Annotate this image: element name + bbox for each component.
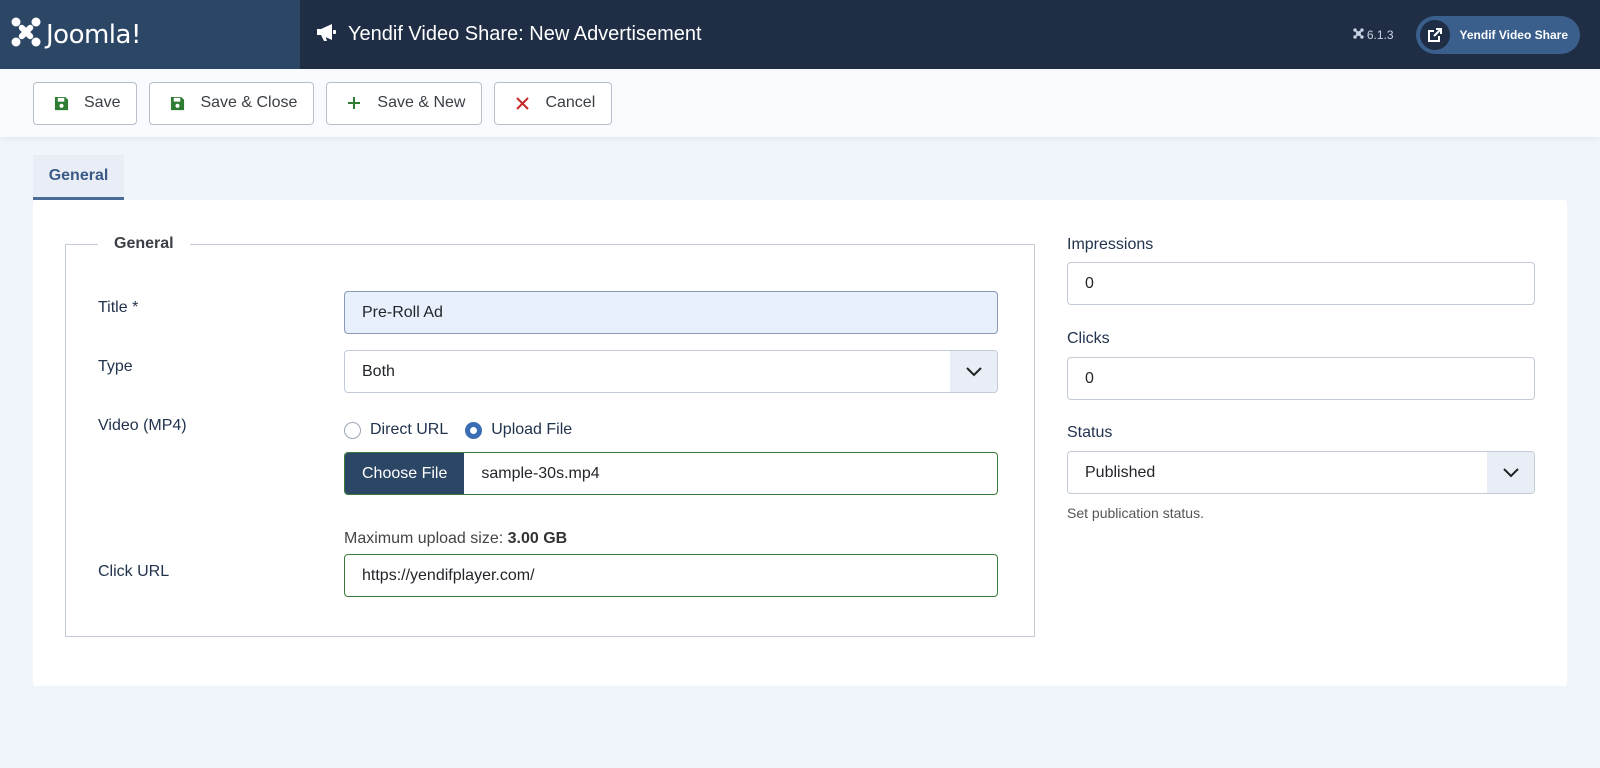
click-url-label: Click URL — [98, 563, 170, 580]
type-select[interactable]: Both — [344, 350, 998, 393]
save-label: Save — [84, 94, 121, 111]
radio-direct-url-label: Direct URL — [370, 421, 449, 438]
clicks-input[interactable]: 0 — [1067, 357, 1535, 400]
choose-file-button[interactable]: Choose File — [345, 453, 465, 494]
site-button-label: Yendif Video Share — [1459, 27, 1568, 42]
tab-general[interactable]: General — [33, 155, 124, 200]
file-upload-field: Choose File sample-30s.mp4 — [344, 452, 998, 495]
cancel-button[interactable]: Cancel — [494, 81, 613, 125]
type-label: Type — [98, 358, 133, 375]
general-fieldset: General Title * Pre-Roll Ad Type Both Vi… — [65, 235, 1035, 637]
close-icon — [513, 96, 531, 110]
radio-direct-url[interactable] — [344, 421, 361, 439]
impressions-input[interactable]: 0 — [1067, 262, 1535, 305]
status-select[interactable]: Published — [1067, 451, 1535, 494]
radio-upload-file[interactable] — [465, 421, 483, 439]
title-input[interactable]: Pre-Roll Ad — [344, 291, 998, 334]
plus-icon — [345, 96, 363, 110]
joomla-logo-icon — [10, 16, 42, 53]
click-url-input[interactable]: https://yendifplayer.com/ — [344, 554, 998, 597]
floppy-disk-icon — [168, 96, 186, 111]
title-label: Title * — [98, 299, 139, 316]
megaphone-icon — [316, 22, 338, 47]
floppy-disk-icon — [52, 96, 70, 111]
save-close-label: Save & Close — [200, 94, 298, 111]
status-description: Set publication status. — [1067, 505, 1204, 521]
save-close-button[interactable]: Save & Close — [149, 81, 315, 125]
status-value: Published — [1085, 463, 1156, 481]
save-new-button[interactable]: Save & New — [326, 81, 483, 125]
toolbar: Save Save & Close Save & New Cancel — [0, 69, 1600, 137]
save-button[interactable]: Save — [33, 81, 138, 125]
fieldset-legend: General — [98, 235, 190, 253]
max-upload-prefix: Maximum upload size: — [344, 530, 508, 547]
version-indicator: 6.1.3 — [1353, 28, 1394, 42]
clicks-label: Clicks — [1067, 330, 1110, 347]
type-value: Both — [362, 362, 395, 380]
video-source-radios: Direct URL Upload File — [344, 421, 572, 439]
joomla-small-icon — [1353, 27, 1367, 42]
form-panel: General Title * Pre-Roll Ad Type Both Vi… — [33, 200, 1567, 686]
page-title: Yendif Video Share: New Advertisement — [348, 23, 702, 45]
max-upload-hint: Maximum upload size: 3.00 GB — [344, 530, 567, 548]
logo-text: Joomla! — [46, 19, 141, 50]
version-text: 6.1.3 — [1366, 27, 1394, 42]
radio-upload-file-label: Upload File — [491, 421, 573, 438]
impressions-label: Impressions — [1067, 236, 1154, 253]
header-bar: Joomla! Yendif Video Share: New Advertis… — [0, 0, 1600, 69]
view-site-button[interactable]: Yendif Video Share — [1415, 15, 1580, 54]
logo[interactable]: Joomla! — [0, 0, 300, 69]
file-name: sample-30s.mp4 — [481, 464, 600, 482]
status-label: Status — [1067, 424, 1113, 441]
save-new-label: Save & New — [377, 94, 466, 111]
video-label: Video (MP4) — [98, 417, 187, 434]
chevron-down-icon — [1487, 452, 1534, 493]
chevron-down-icon — [950, 351, 997, 392]
cancel-label: Cancel — [545, 94, 596, 111]
external-link-icon — [1419, 19, 1450, 50]
max-upload-value: 3.00 GB — [507, 530, 568, 547]
